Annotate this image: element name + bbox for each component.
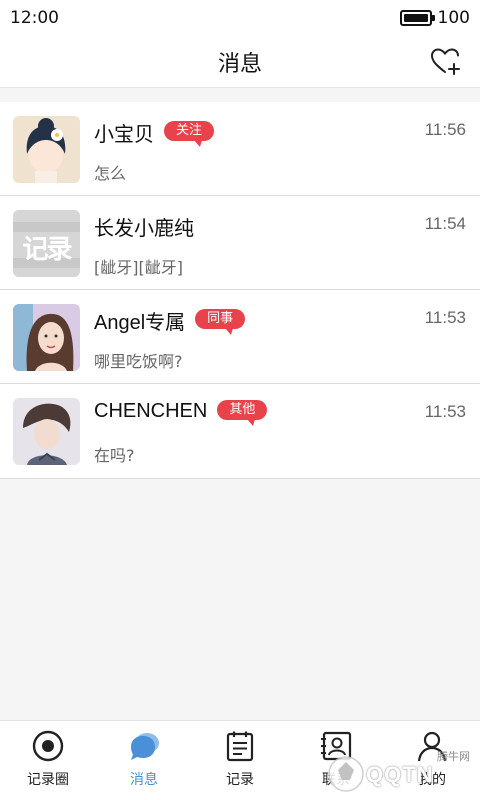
contact-tag: 其他: [217, 399, 268, 426]
message-preview: 怎么: [94, 164, 127, 183]
contact-name: Angel专属: [94, 312, 186, 334]
message-preview: 哪里吃饭啊?: [94, 352, 183, 371]
name-line: CHENCHEN 其他: [94, 399, 268, 426]
girl-flower-avatar: [13, 116, 80, 183]
contact-tag: 关注: [164, 120, 215, 147]
chat-bubble-icon: [131, 733, 159, 760]
avatar-logo-text: 记录: [22, 235, 72, 265]
battery-icon: [399, 10, 435, 26]
name-line: 长发小鹿纯: [94, 212, 194, 241]
nav-label: 记录: [226, 772, 254, 788]
message-row[interactable]: 小宝贝 关注 11:56 怎么: [0, 102, 480, 196]
message-time: 11:53: [424, 402, 466, 421]
woman-portrait-avatar: [13, 304, 80, 371]
battery-indicator: 100: [399, 8, 470, 28]
message-list: 小宝贝 关注 11:56 怎么 记录 长发小鹿纯 11:54 [龇牙][龇牙]: [0, 102, 480, 479]
watermark-logo: QQTN 腾牛网: [324, 750, 474, 794]
message-row[interactable]: Angel专属 同事 11:53 哪里吃饭啊?: [0, 290, 480, 384]
message-time: 11:56: [424, 120, 466, 139]
watermark-subtext: 腾牛网: [437, 750, 470, 763]
notepad-icon: [226, 731, 254, 762]
nav-item-moments[interactable]: 记录圈: [0, 721, 96, 800]
man-portrait-avatar: [13, 398, 80, 465]
app-header: 消息: [0, 36, 480, 88]
heart-plus-icon[interactable]: [430, 46, 462, 76]
nav-item-records[interactable]: 记录: [192, 721, 288, 800]
contact-name: CHENCHEN: [94, 400, 208, 422]
message-preview: 在吗?: [94, 446, 135, 465]
app-logo-avatar: 记录: [13, 210, 80, 277]
page-title: 消息: [217, 52, 262, 77]
message-preview: [龇牙][龇牙]: [94, 258, 183, 277]
message-row[interactable]: 记录 长发小鹿纯 11:54 [龇牙][龇牙]: [0, 196, 480, 290]
nav-item-messages[interactable]: 消息: [96, 721, 192, 800]
name-line: Angel专属 同事: [94, 306, 246, 335]
eye-circle-icon: [32, 730, 64, 762]
name-line: 小宝贝 关注: [94, 118, 215, 147]
message-row[interactable]: CHENCHEN 其他 11:53 在吗?: [0, 384, 480, 478]
contact-name: 长发小鹿纯: [94, 218, 194, 240]
status-bar: 12:00 100: [0, 0, 480, 36]
contact-tag: 同事: [195, 308, 246, 335]
nav-label: 消息: [130, 772, 158, 788]
battery-level: 100: [437, 8, 470, 28]
status-time: 12:00: [10, 8, 59, 28]
nav-label: 记录圈: [27, 772, 69, 788]
contact-name: 小宝贝: [94, 124, 154, 146]
watermark-text: QQTN: [366, 762, 434, 787]
message-time: 11:54: [424, 214, 466, 233]
message-time: 11:53: [424, 308, 466, 327]
